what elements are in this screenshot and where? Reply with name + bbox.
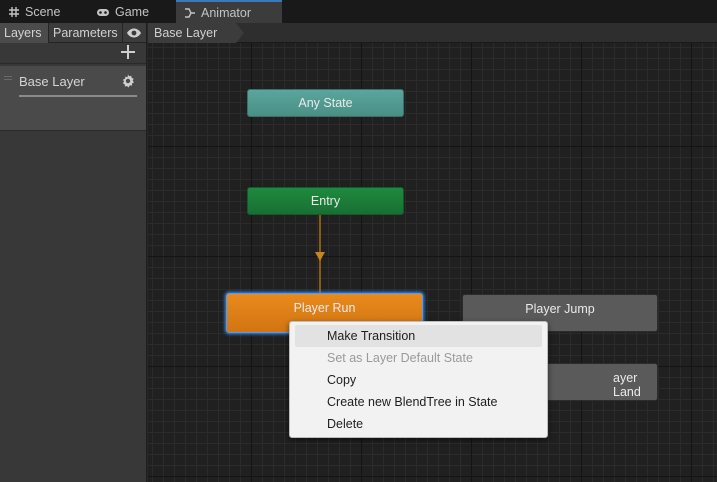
layer-item-base[interactable]: Base Layer bbox=[0, 66, 146, 131]
state-label: Player Run bbox=[293, 301, 356, 315]
menu-item-copy[interactable]: Copy bbox=[295, 369, 542, 391]
gamepad-icon bbox=[96, 6, 110, 18]
transition-arrow-icon bbox=[315, 252, 325, 261]
state-label: Any State bbox=[298, 96, 353, 110]
breadcrumb-arrow-icon bbox=[236, 23, 244, 43]
menu-item-set-default-state: Set as Layer Default State bbox=[327, 351, 473, 365]
layers-toolbar bbox=[0, 43, 146, 64]
tab-animator-label: Animator bbox=[201, 5, 252, 20]
breadcrumb: Base Layer bbox=[148, 23, 717, 43]
eye-icon[interactable] bbox=[123, 23, 145, 43]
tab-parameters[interactable]: Parameters bbox=[49, 23, 123, 43]
add-layer-icon[interactable] bbox=[121, 45, 135, 59]
tab-game[interactable]: Game bbox=[88, 0, 176, 23]
gear-icon[interactable] bbox=[121, 74, 135, 88]
tab-layers[interactable]: Layers bbox=[0, 23, 49, 43]
grid-icon bbox=[8, 6, 20, 18]
tab-animator[interactable]: Animator bbox=[176, 0, 282, 23]
drag-handle-icon[interactable] bbox=[4, 76, 12, 80]
menu-item-make-transition[interactable]: Make Transition bbox=[295, 325, 542, 347]
layer-name: Base Layer bbox=[19, 74, 85, 89]
state-entry[interactable]: Entry bbox=[247, 187, 404, 215]
breadcrumb-base-layer[interactable]: Base Layer bbox=[148, 23, 236, 43]
menu-item-delete[interactable]: Delete bbox=[295, 413, 542, 435]
state-any-state[interactable]: Any State bbox=[247, 89, 404, 117]
animator-icon bbox=[184, 7, 196, 19]
window-tab-bar: Scene Game Animator bbox=[0, 0, 717, 23]
layers-panel-tabs: Layers Parameters bbox=[0, 23, 146, 43]
menu-item-create-blendtree[interactable]: Create new BlendTree in State bbox=[295, 391, 542, 413]
state-label: Entry bbox=[310, 194, 341, 208]
layer-weight-bar bbox=[19, 95, 137, 97]
tab-scene[interactable]: Scene bbox=[0, 0, 88, 23]
tab-scene-label: Scene bbox=[25, 4, 61, 19]
state-label: ayer Land bbox=[613, 371, 641, 399]
tab-game-label: Game bbox=[115, 4, 150, 19]
layers-panel: Layers Parameters Base Layer bbox=[0, 23, 147, 482]
context-menu: Make Transition Set as Layer Default Sta… bbox=[289, 321, 548, 438]
state-label: Player Jump bbox=[525, 302, 595, 316]
